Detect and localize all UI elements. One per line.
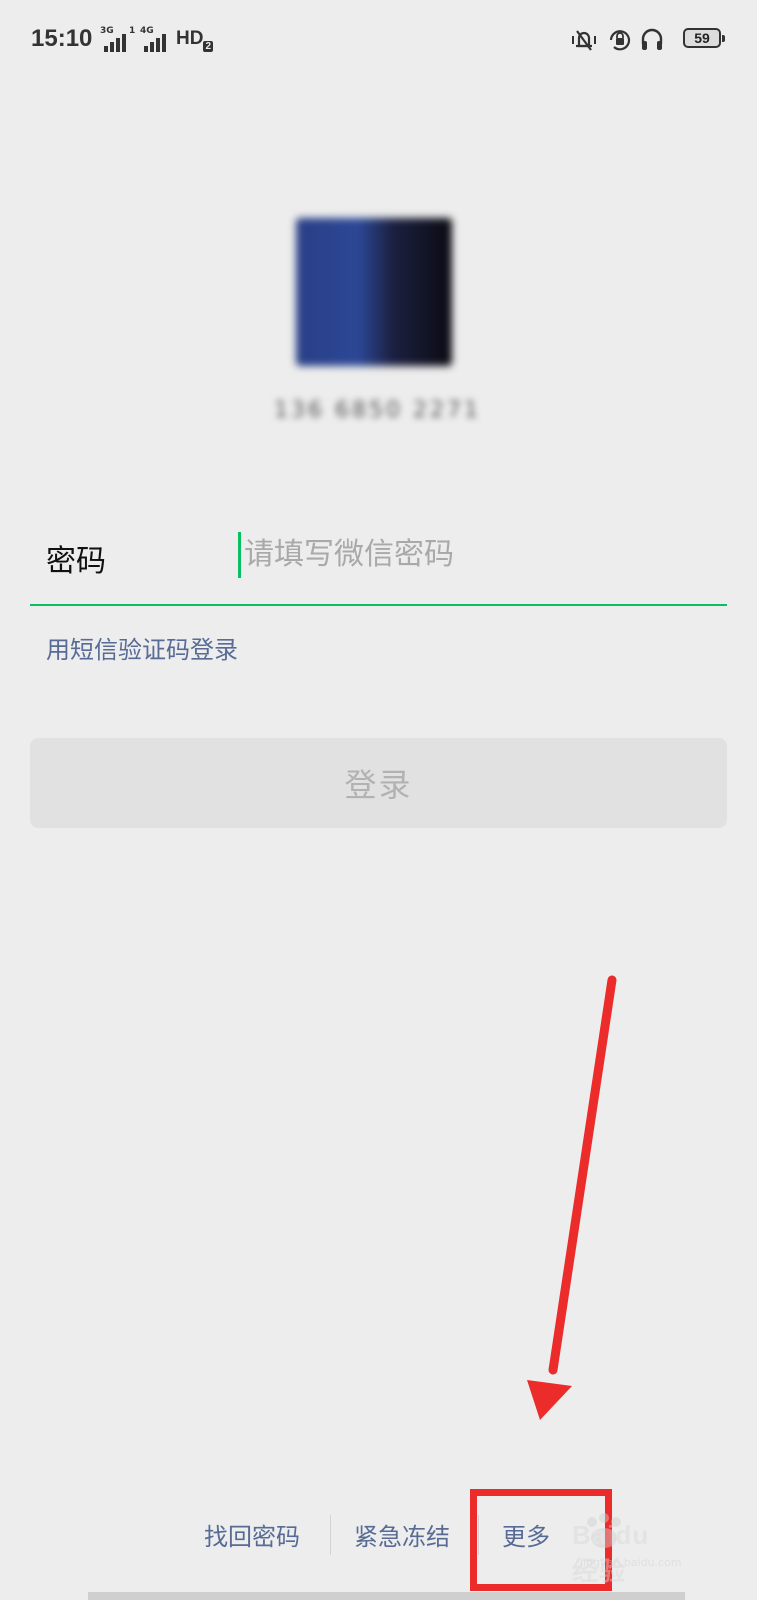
- watermark-text: Baidu经验: [572, 1520, 650, 1586]
- watermark-url: jingyan.baidu.com: [580, 1556, 682, 1569]
- bottom-edge: [88, 1592, 685, 1600]
- find-password-link[interactable]: 找回密码: [204, 1517, 300, 1552]
- annotation-arrow-icon: [527, 975, 617, 1420]
- divider: [330, 1515, 331, 1555]
- emergency-freeze-link[interactable]: 紧急冻结: [354, 1517, 450, 1552]
